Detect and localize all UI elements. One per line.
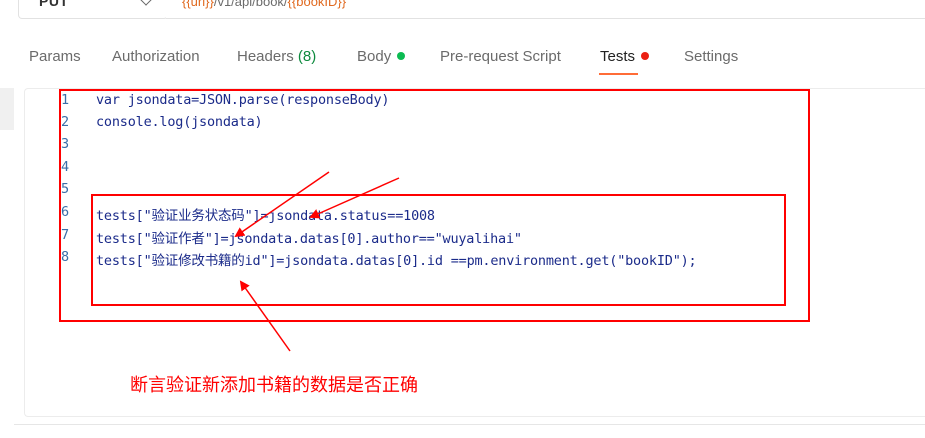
- tab-params[interactable]: Params: [29, 48, 81, 65]
- body-status-dot-icon: [397, 52, 406, 60]
- annotation-text: 断言验证新添加书籍的数据是否正确: [130, 375, 418, 396]
- url-path: /v1/api/book/: [213, 0, 288, 9]
- tab-authorization[interactable]: Authorization: [112, 48, 200, 65]
- url-input[interactable]: {{url}}/v1/api/book/{{bookID}}: [166, 0, 925, 19]
- tab-params-label: Params: [29, 48, 81, 65]
- tab-body-label: Body: [357, 48, 392, 65]
- tab-settings-label: Settings: [684, 48, 739, 65]
- headers-count-badge: (8): [297, 48, 317, 65]
- url-variable-bookid: {{bookID}}: [287, 0, 347, 9]
- tab-headers[interactable]: Headers (8): [237, 48, 316, 65]
- annotation-inner-box: [91, 194, 786, 306]
- tab-authorization-label: Authorization: [112, 48, 200, 65]
- url-variable-url: {{url}}: [182, 0, 214, 9]
- divider: [14, 424, 925, 425]
- side-panel-strip: [0, 88, 14, 130]
- tab-body[interactable]: Body: [357, 48, 406, 65]
- method-select[interactable]: PUT: [18, 0, 168, 19]
- request-tabs: Params Authorization Headers (8) Body Pr…: [0, 40, 925, 76]
- method-label: PUT: [39, 0, 69, 9]
- chevron-down-icon[interactable]: [140, 0, 152, 6]
- tab-headers-label: Headers: [237, 48, 294, 65]
- tab-pre-request-script[interactable]: Pre-request Script: [440, 48, 561, 65]
- request-bar: PUT {{url}}/v1/api/book/{{bookID}}: [0, 0, 925, 22]
- tab-pre-request-script-label: Pre-request Script: [440, 48, 561, 65]
- tab-settings[interactable]: Settings: [684, 48, 738, 65]
- active-tab-indicator: [599, 73, 638, 75]
- tests-status-dot-icon: [641, 52, 650, 60]
- tab-tests-label: Tests: [600, 48, 636, 65]
- tab-tests[interactable]: Tests: [600, 48, 650, 65]
- url-text: {{url}}/v1/api/book/{{bookID}}: [182, 0, 346, 9]
